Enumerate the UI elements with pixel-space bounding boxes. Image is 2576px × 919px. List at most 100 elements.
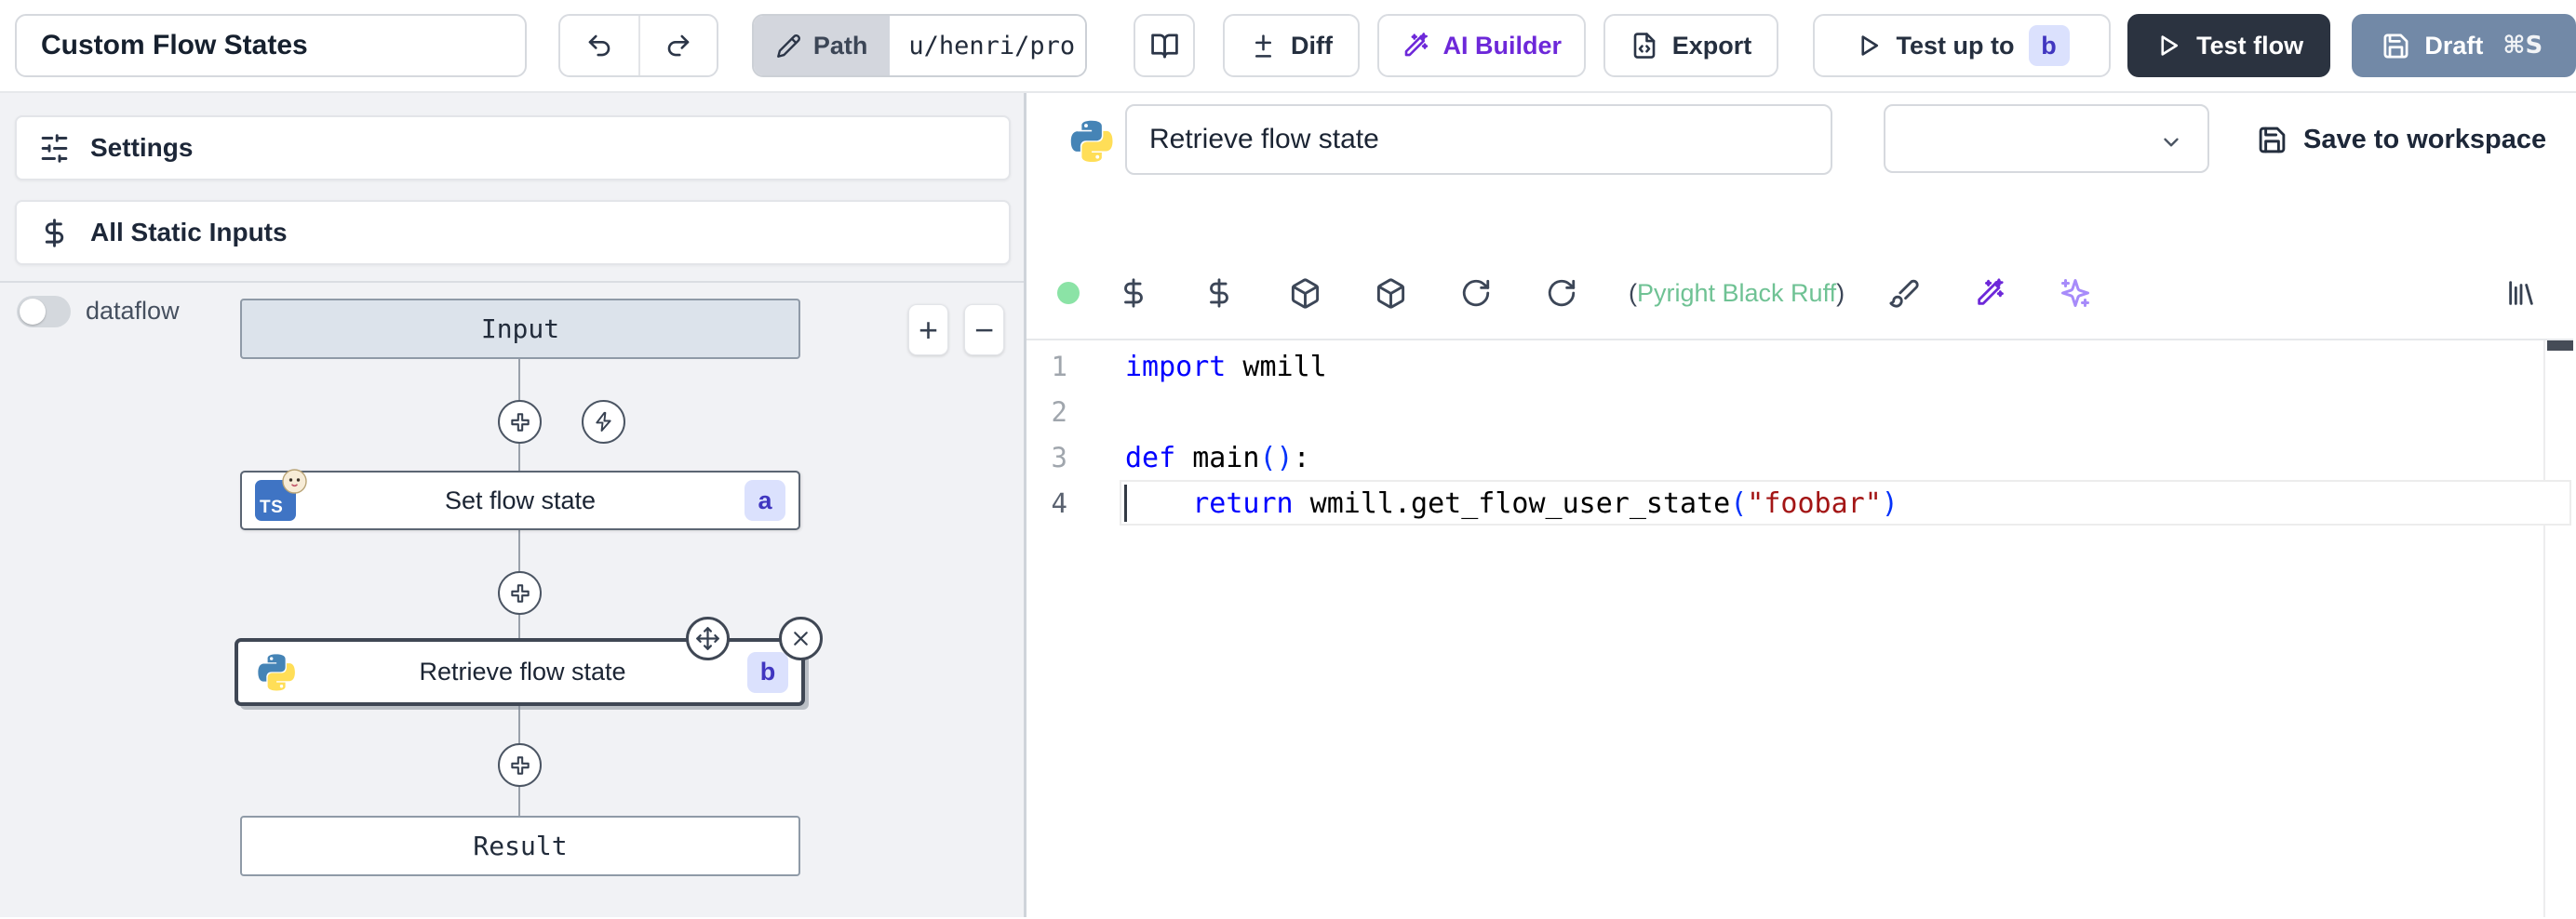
ai-wand-icon[interactable] [1971,274,2008,312]
undo-button[interactable] [560,16,638,75]
format-brush-icon[interactable] [1885,274,1923,312]
zoom-out-button[interactable]: − [964,304,1004,355]
step-editor-panel: Retrieve flow state Save to workspace [1026,93,2573,917]
ai-sparkles-icon[interactable] [2057,274,2094,312]
test-flow-button[interactable]: Test flow [2127,14,2330,77]
all-static-inputs-label: All Static Inputs [90,218,288,247]
scrollbar-cursor-mark[interactable] [2547,340,2573,351]
step-id-badge: b [747,652,788,693]
step-id-badge: a [745,480,785,521]
path-label: Path [813,32,868,60]
settings-card[interactable]: Settings [15,115,1011,180]
add-step-button-3[interactable] [498,743,542,787]
dataflow-toggle[interactable] [17,296,71,327]
flow-title-value: Custom Flow States [41,30,308,61]
toggle-knob [20,299,46,325]
step-editor-header: Retrieve flow state Save to workspace [1026,93,2573,247]
flow-left-panel: Settings All Static Inputs dataflow Inpu… [0,93,1026,917]
line-number[interactable]: 3 [1026,435,1067,481]
code-line[interactable]: import wmill [1125,344,1327,390]
delete-step-button[interactable] [779,617,823,660]
line-number[interactable]: 2 [1026,390,1067,435]
redo-icon [664,32,692,60]
settings-label: Settings [90,133,193,163]
save-icon [2381,32,2410,60]
save-icon [2257,125,2288,155]
bun-icon [282,469,307,494]
editor-scrollbar-track[interactable] [2543,340,2545,917]
package-icon[interactable] [1286,274,1323,312]
step-node-set-flow-state[interactable]: TS Set flow state a [240,471,800,530]
line-number[interactable]: 1 [1026,344,1067,390]
path-button[interactable]: Path u/henri/pro [752,14,1087,77]
save-to-workspace-button[interactable]: Save to workspace [2257,93,2546,186]
trigger-button[interactable] [582,400,625,444]
sliders-icon [39,133,70,164]
result-node[interactable]: Result [240,816,800,876]
undo-redo-group [558,14,718,77]
worker-tag-select[interactable] [1884,104,2209,173]
file-code-icon [1630,32,1658,60]
topbar: Custom Flow States Path u/henri/pro [0,0,2576,93]
flow-graph-canvas: dataflow Input + − TS [0,283,1026,917]
test-up-to-label: Test up to [1897,32,2015,60]
test-up-to-step-badge: b [2029,25,2070,66]
static-inputs-icon[interactable] [1115,274,1152,312]
library-icon[interactable] [2502,274,2540,312]
diff-icon [1250,33,1277,60]
line-number[interactable]: 4 [1026,481,1067,526]
editor-toolbar: (Pyright Black Ruff) [1026,247,2573,339]
ai-builder-label: AI Builder [1443,32,1563,60]
reload-icon[interactable] [1457,274,1495,312]
step-name-value: Retrieve flow state [1149,124,1379,155]
python-icon [1067,117,1116,166]
path-button-left: Path [754,16,891,75]
python-icon [255,651,298,694]
lsp-status-dot [1057,282,1080,304]
text-cursor [1124,485,1127,522]
draft-label: Draft [2424,32,2483,60]
code-line[interactable]: return wmill.get_flow_user_state("foobar… [1125,481,1898,526]
step-label: Retrieve flow state [298,658,747,686]
input-node[interactable]: Input [240,299,800,359]
diff-button[interactable]: Diff [1223,14,1359,77]
code-line[interactable]: def main(): [1125,435,1310,481]
docs-button[interactable] [1134,14,1195,77]
code-assistants-status: (Pyright Black Ruff) [1629,279,1845,308]
package-icon-2[interactable] [1372,274,1409,312]
save-to-workspace-label: Save to workspace [2303,125,2546,155]
chevron-down-icon [2159,130,2183,154]
path-value: u/henri/pro [890,16,1087,75]
draft-shortcut: ⌘S [2502,32,2542,60]
code-editor[interactable]: 1 import wmill 23 def main(): 4 return wmill… [1026,340,2573,917]
test-flow-label: Test flow [2196,32,2303,60]
flow-title-input[interactable]: Custom Flow States [15,14,527,77]
step-label: Set flow state [296,486,745,515]
move-step-button[interactable] [686,617,730,660]
play-icon [1855,32,1883,60]
step-name-input[interactable]: Retrieve flow state [1125,104,1832,175]
variables-icon[interactable] [1201,274,1238,312]
undo-icon [585,32,613,60]
typescript-bun-icon: TS [255,480,296,521]
wand-sparkles-icon [1402,32,1429,60]
reload-icon-2[interactable] [1543,274,1580,312]
pencil-icon [776,33,801,59]
book-open-icon [1150,32,1179,60]
diff-label: Diff [1291,32,1333,60]
ai-builder-button[interactable]: AI Builder [1377,14,1586,77]
input-node-label: Input [481,313,559,344]
dataflow-label: dataflow [86,297,180,326]
add-step-button-2[interactable] [498,571,542,615]
draft-button[interactable]: Draft ⌘S [2352,14,2576,77]
dollar-icon [39,218,70,248]
play-icon [2154,32,2182,60]
result-node-label: Result [473,831,567,861]
zoom-in-button[interactable]: + [908,304,948,355]
test-up-to-button[interactable]: Test up to b [1813,14,2111,77]
add-step-button-1[interactable] [498,400,542,444]
all-static-inputs-card[interactable]: All Static Inputs [15,200,1011,265]
export-label: Export [1672,32,1752,60]
redo-button[interactable] [638,16,717,75]
export-button[interactable]: Export [1603,14,1778,77]
